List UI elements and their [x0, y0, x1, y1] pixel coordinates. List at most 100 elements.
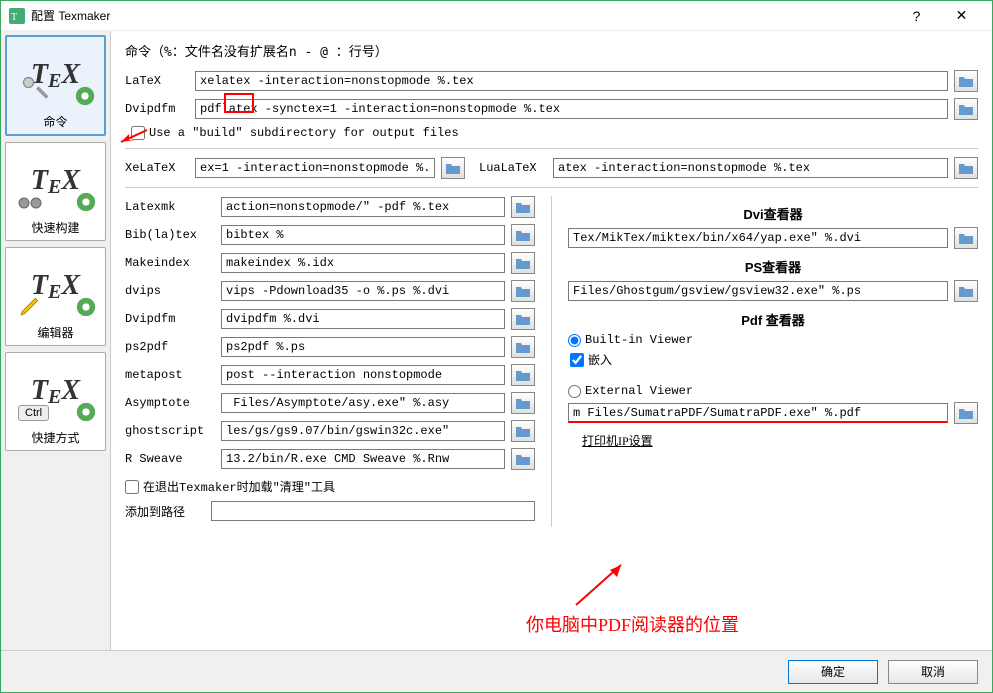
ok-button[interactable]: 确定	[788, 660, 878, 684]
cmd-input[interactable]	[221, 421, 505, 441]
build-subdir-label: Use a "build" subdirectory for output fi…	[149, 126, 459, 140]
viewers-column: Dvi查看器 PS查看器 Pdf 查看器 Built-in Viewer	[568, 196, 978, 527]
xelatex-input[interactable]	[195, 158, 435, 178]
folder-icon	[515, 256, 531, 270]
cleanup-checkbox[interactable]	[125, 480, 139, 494]
embed-checkbox[interactable]	[570, 353, 584, 367]
browse-button[interactable]	[954, 402, 978, 424]
folder-icon	[958, 161, 974, 175]
browse-button[interactable]	[511, 448, 535, 470]
cmd-input[interactable]	[221, 281, 505, 301]
folder-icon	[515, 284, 531, 298]
addpath-input[interactable]	[211, 501, 535, 521]
cmd-input[interactable]	[221, 197, 505, 217]
folder-icon	[958, 74, 974, 88]
cmd-input[interactable]	[221, 393, 505, 413]
gear-icon	[75, 191, 97, 213]
sidebar-item-label: 命令	[11, 113, 100, 130]
browse-button[interactable]	[511, 392, 535, 414]
browse-button[interactable]	[954, 157, 978, 179]
folder-icon	[958, 102, 974, 116]
cmd-label: ghostscript	[125, 424, 215, 438]
cmd-label: Latexmk	[125, 200, 215, 214]
window-title: 配置 Texmaker	[31, 7, 894, 24]
sidebar-item-shortcuts[interactable]: TEX Ctrl 快捷方式	[5, 352, 106, 451]
folder-icon	[958, 406, 974, 420]
gear-icon	[75, 296, 97, 318]
folder-icon	[515, 340, 531, 354]
folder-icon	[515, 452, 531, 466]
browse-button[interactable]	[511, 280, 535, 302]
browse-button[interactable]	[511, 336, 535, 358]
ps-viewer-input[interactable]	[568, 281, 948, 301]
gear-icon	[74, 85, 96, 107]
folder-icon	[515, 424, 531, 438]
svg-text:T: T	[11, 12, 17, 23]
dvipdfm-input[interactable]	[195, 99, 948, 119]
dvi-viewer-title: Dvi查看器	[568, 204, 978, 223]
sidebar-item-quickbuild[interactable]: TEX 快速构建	[5, 142, 106, 241]
browse-button[interactable]	[511, 196, 535, 218]
sidebar-item-label: 快捷方式	[10, 429, 101, 446]
titlebar: T 配置 Texmaker ? ✕	[1, 1, 992, 31]
browse-button[interactable]	[511, 308, 535, 330]
browse-button[interactable]	[954, 98, 978, 120]
xelatex-label: XeLaTeX	[125, 161, 189, 175]
help-button[interactable]: ?	[894, 1, 939, 31]
folder-icon	[515, 228, 531, 242]
sidebar-item-commands[interactable]: TEX 命令	[5, 35, 106, 136]
close-button[interactable]: ✕	[939, 1, 984, 31]
external-viewer-label: External Viewer	[585, 384, 693, 398]
latex-input[interactable]	[195, 71, 948, 91]
cmd-input[interactable]	[221, 225, 505, 245]
folder-icon	[445, 161, 461, 175]
folder-icon	[958, 231, 974, 245]
folder-icon	[958, 284, 974, 298]
browse-button[interactable]	[954, 70, 978, 92]
sidebar-item-label: 快速构建	[10, 219, 101, 236]
folder-icon	[515, 312, 531, 326]
cmd-label: metapost	[125, 368, 215, 382]
builtin-viewer-radio[interactable]	[568, 334, 581, 347]
cmd-label: R Sweave	[125, 452, 215, 466]
embed-label: 嵌入	[588, 351, 612, 368]
dialog-footer: 确定 取消	[1, 650, 992, 692]
cmd-label: ps2pdf	[125, 340, 215, 354]
dvi-viewer-input[interactable]	[568, 228, 948, 248]
commands-heading: 命令（%：文件名没有扩展名n - @ ：行号）	[125, 41, 978, 60]
printer-settings-link[interactable]: 打印机IP设置	[582, 432, 978, 449]
folder-icon	[515, 368, 531, 382]
cmd-input[interactable]	[221, 449, 505, 469]
external-viewer-input[interactable]	[568, 403, 948, 423]
browse-button[interactable]	[954, 227, 978, 249]
browse-button[interactable]	[441, 157, 465, 179]
app-icon: T	[9, 8, 25, 24]
cmd-input[interactable]	[221, 309, 505, 329]
lualatex-label: LuaLaTeX	[479, 161, 547, 175]
browse-button[interactable]	[954, 280, 978, 302]
browse-button[interactable]	[511, 252, 535, 274]
sidebar-item-label: 编辑器	[10, 324, 101, 341]
gear-icon	[75, 401, 97, 423]
browse-button[interactable]	[511, 364, 535, 386]
cmd-label: Asymptote	[125, 396, 215, 410]
cleanup-label: 在退出Texmaker时加载"清理"工具	[143, 478, 335, 495]
addpath-label: 添加到路径	[125, 503, 205, 520]
browse-button[interactable]	[511, 224, 535, 246]
cmd-input[interactable]	[221, 337, 505, 357]
browse-button[interactable]	[511, 420, 535, 442]
annotation-text: 你电脑中PDF阅读器的位置	[526, 611, 739, 637]
cmd-label: Dvipdfm	[125, 312, 215, 326]
external-viewer-radio[interactable]	[568, 385, 581, 398]
sidebar: TEX 命令 TEX 快速构建 TEX 编辑器	[1, 31, 111, 692]
folder-icon	[515, 396, 531, 410]
sidebar-item-editor[interactable]: TEX 编辑器	[5, 247, 106, 346]
left-commands-column: LatexmkBib(la)texMakeindexdvipsDvipdfmps…	[125, 196, 535, 527]
lualatex-input[interactable]	[553, 158, 948, 178]
folder-icon	[515, 200, 531, 214]
builtin-viewer-label: Built-in Viewer	[585, 333, 693, 347]
dvipdfm-label: Dvipdfm	[125, 102, 189, 116]
cmd-input[interactable]	[221, 365, 505, 385]
cancel-button[interactable]: 取消	[888, 660, 978, 684]
cmd-input[interactable]	[221, 253, 505, 273]
